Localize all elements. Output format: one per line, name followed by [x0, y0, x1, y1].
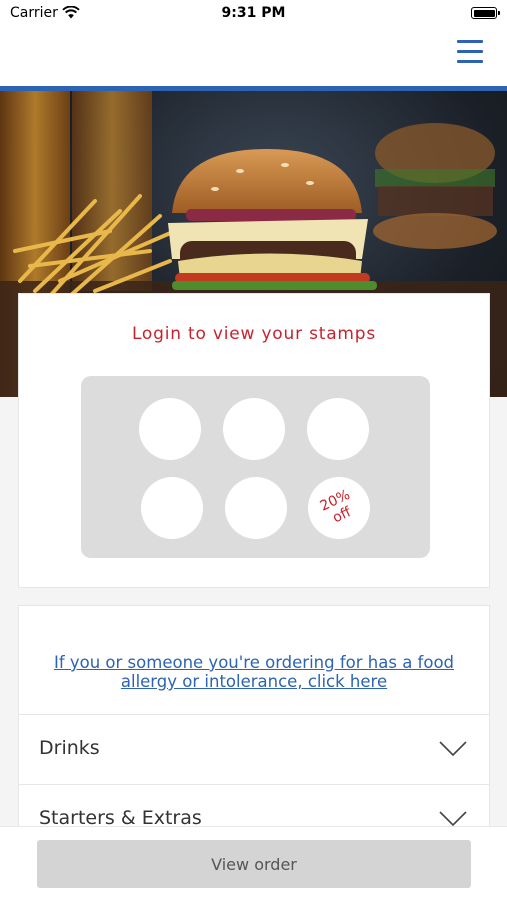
allergy-info-link[interactable]: If you or someone you're ordering for ha… — [39, 653, 469, 691]
menu-card: If you or someone you're ordering for ha… — [18, 605, 490, 845]
chevron-down-icon — [439, 741, 467, 757]
status-bar: Carrier 9:31 PM — [0, 0, 507, 30]
chevron-down-icon — [439, 811, 467, 827]
view-order-button[interactable]: View order — [37, 840, 471, 888]
battery-icon — [471, 7, 500, 19]
login-to-view-stamps-link[interactable]: Login to view your stamps — [19, 324, 489, 344]
stamp-slot — [225, 477, 287, 539]
stamp-slot — [223, 398, 285, 460]
reward-label: 20% off — [318, 487, 360, 529]
stamp-slot — [139, 398, 201, 460]
stamp-grid: 20% off — [81, 376, 430, 558]
stamp-slot — [307, 398, 369, 460]
clock: 9:31 PM — [221, 5, 286, 21]
stamp-slot — [141, 477, 203, 539]
top-nav-bar — [0, 30, 507, 86]
stamp-card: Login to view your stamps 20% off — [18, 293, 490, 588]
menu-category-drinks[interactable]: Drinks — [19, 714, 489, 785]
menu-category-label: Drinks — [39, 737, 100, 759]
reward-stamp: 20% off — [308, 477, 370, 539]
bottom-action-bar: View order — [0, 826, 507, 901]
hamburger-menu-icon[interactable] — [457, 40, 483, 64]
